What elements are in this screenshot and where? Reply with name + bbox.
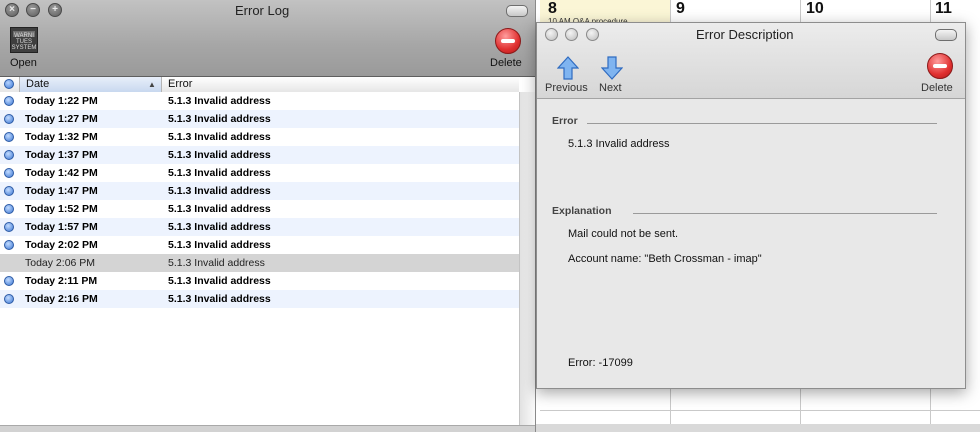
unread-dot-icon [4, 96, 14, 106]
window-title: Error Description [696, 27, 794, 42]
console-log-icon[interactable]: WARNI TUES SYSTEM [10, 27, 38, 53]
error-description-window: Error Description Previous Next Delete E… [536, 22, 966, 389]
section-divider [587, 123, 937, 124]
calendar-day-number[interactable]: 11 [935, 0, 952, 18]
zoom-window-button[interactable]: + [48, 3, 62, 17]
window-bottom-bar [0, 425, 535, 432]
icon-text: SYSTEM [11, 45, 37, 51]
row-error: 5.1.3 Invalid address [168, 293, 271, 305]
toolbar-toggle-button[interactable] [506, 5, 528, 17]
minimize-window-button[interactable]: − [26, 3, 40, 17]
close-window-button[interactable] [545, 28, 558, 41]
row-date: Today 1:42 PM [25, 167, 98, 179]
error-log-table-body: Today 1:22 PM 5.1.3 Invalid address Today … [0, 92, 519, 308]
row-error: 5.1.3 Invalid address [168, 167, 271, 179]
row-date: Today 1:32 PM [25, 131, 98, 143]
row-date: Today 1:57 PM [25, 221, 98, 233]
error-log-toolbar: × − + Error Log WARNI TUES SYSTEM Open D… [0, 0, 535, 77]
unread-dot-icon [4, 132, 14, 142]
vertical-scrollbar[interactable] [519, 92, 535, 432]
table-row[interactable]: Today 1:42 PM 5.1.3 Invalid address [0, 164, 519, 182]
row-date: Today 2:16 PM [25, 293, 98, 305]
delete-button-label[interactable]: Delete [490, 57, 522, 69]
calendar-day-number[interactable]: 9 [676, 0, 685, 18]
unread-dot-icon [4, 294, 14, 304]
row-date: Today 2:02 PM [25, 239, 98, 251]
row-date: Today 1:22 PM [25, 95, 98, 107]
error-text: 5.1.3 Invalid address [568, 138, 670, 150]
account-name-line: Account name: "Beth Crossman - imap" [568, 253, 762, 265]
delete-icon[interactable] [927, 53, 953, 79]
unread-dot-icon [4, 204, 14, 214]
arrow-up-icon[interactable] [557, 56, 579, 80]
row-error: 5.1.3 Invalid address [168, 203, 271, 215]
previous-button-label[interactable]: Previous [545, 82, 588, 94]
error-section-label: Error [552, 115, 578, 127]
date-column-label: Date [26, 78, 50, 90]
row-date: Today 1:27 PM [25, 113, 98, 125]
error-column-header[interactable]: Error [161, 77, 519, 92]
row-error: 5.1.3 Invalid address [168, 95, 271, 107]
close-window-button[interactable]: × [5, 3, 19, 17]
calendar-gridline [540, 410, 980, 411]
table-row[interactable]: Today 1:32 PM 5.1.3 Invalid address [0, 128, 519, 146]
row-error: 5.1.3 Invalid address [168, 131, 271, 143]
unread-dot-icon [4, 240, 14, 250]
table-row[interactable]: Today 1:22 PM 5.1.3 Invalid address [0, 92, 519, 110]
unread-dot-icon [4, 150, 14, 160]
row-error: 5.1.3 Invalid address [168, 221, 271, 233]
calendar-day-number[interactable]: 10 [806, 0, 824, 18]
sort-ascending-icon: ▲ [148, 80, 156, 89]
table-row[interactable]: Today 1:57 PM 5.1.3 Invalid address [0, 218, 519, 236]
table-row[interactable]: Today 1:47 PM 5.1.3 Invalid address [0, 182, 519, 200]
zoom-window-button[interactable] [586, 28, 599, 41]
minimize-window-button[interactable] [565, 28, 578, 41]
toolbar-toggle-button[interactable] [935, 29, 957, 41]
row-date: Today 1:37 PM [25, 149, 98, 161]
open-button-label[interactable]: Open [10, 57, 37, 69]
section-divider [633, 213, 937, 214]
row-error: 5.1.3 Invalid address [168, 113, 271, 125]
date-column-header[interactable]: Date [19, 77, 161, 92]
table-row[interactable]: Today 2:16 PM 5.1.3 Invalid address [0, 290, 519, 308]
table-row[interactable]: Today 2:06 PM 5.1.3 Invalid address [0, 254, 519, 272]
table-row[interactable]: Today 2:02 PM 5.1.3 Invalid address [0, 236, 519, 254]
table-row[interactable]: Today 2:11 PM 5.1.3 Invalid address [0, 272, 519, 290]
row-error: 5.1.3 Invalid address [168, 257, 265, 269]
error-code: Error: -17099 [568, 357, 633, 369]
unread-dot-icon [4, 114, 14, 124]
error-log-window: × − + Error Log WARNI TUES SYSTEM Open D… [0, 0, 536, 432]
unread-column-header[interactable] [4, 79, 14, 89]
error-column-label: Error [168, 78, 193, 90]
row-error: 5.1.3 Invalid address [168, 149, 271, 161]
row-date: Today 1:47 PM [25, 185, 98, 197]
unread-dot-icon [4, 222, 14, 232]
row-error: 5.1.3 Invalid address [168, 239, 271, 251]
explanation-line: Mail could not be sent. [568, 228, 679, 240]
table-row[interactable]: Today 1:27 PM 5.1.3 Invalid address [0, 110, 519, 128]
table-row[interactable]: Today 1:37 PM 5.1.3 Invalid address [0, 146, 519, 164]
delete-icon[interactable] [495, 28, 521, 54]
row-date: Today 1:52 PM [25, 203, 98, 215]
row-date: Today 2:06 PM [25, 257, 96, 269]
error-log-table-header: Date ▲ Error [0, 77, 519, 93]
error-description-toolbar: Error Description Previous Next Delete [537, 23, 965, 99]
explanation-section-label: Explanation [552, 205, 612, 217]
table-row[interactable]: Today 1:52 PM 5.1.3 Invalid address [0, 200, 519, 218]
row-error: 5.1.3 Invalid address [168, 275, 271, 287]
delete-button-label[interactable]: Delete [921, 82, 953, 94]
row-error: 5.1.3 Invalid address [168, 185, 271, 197]
next-button-label[interactable]: Next [599, 82, 622, 94]
row-date: Today 2:11 PM [25, 275, 98, 287]
window-title: Error Log [235, 3, 290, 18]
unread-dot-icon [4, 186, 14, 196]
calendar-day-number[interactable]: 8 [548, 0, 557, 18]
calendar-bottom-strip [540, 424, 980, 432]
arrow-down-icon[interactable] [601, 56, 623, 80]
unread-dot-icon [4, 276, 14, 286]
unread-dot-icon [4, 168, 14, 178]
